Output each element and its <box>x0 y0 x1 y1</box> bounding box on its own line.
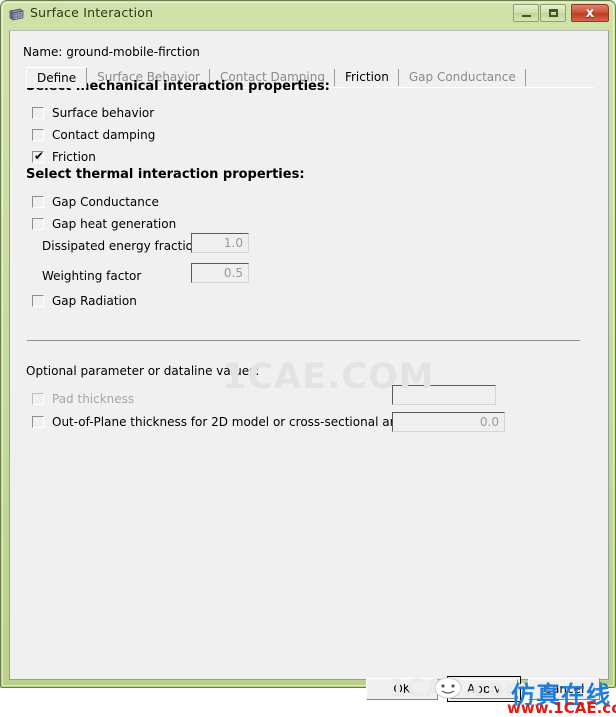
input-dissipated-energy-fraction[interactable]: 1.0 <box>191 233 249 253</box>
checkbox-row-surface-behavior[interactable]: Surface behavior <box>32 105 154 121</box>
checkbox-label-friction: Friction <box>52 150 96 164</box>
surface-mesh-icon <box>9 8 24 21</box>
interaction-name-label: Name: ground-mobile-firction <box>23 45 200 59</box>
ok-button[interactable]: OK <box>366 678 438 700</box>
title-bar[interactable]: Surface Interaction x <box>1 1 616 29</box>
window-title: Surface Interaction <box>30 5 154 20</box>
checkbox-gap-conductance[interactable] <box>32 196 44 208</box>
dialog-window: Surface Interaction x Name: ground-mobil… <box>0 0 616 717</box>
tab-friction[interactable]: Friction <box>334 67 399 88</box>
apply-button-label: Apply <box>450 679 518 699</box>
maximize-icon <box>541 5 565 21</box>
input-pad-thickness[interactable] <box>392 385 496 405</box>
thermal-section-heading: Select thermal interaction properties: <box>26 167 305 182</box>
close-button[interactable]: x <box>571 4 609 22</box>
input-weighting-factor[interactable]: 0.5 <box>191 263 249 283</box>
checkbox-out-of-plane-thickness[interactable] <box>32 416 44 428</box>
checkbox-label-gap-conductance: Gap Conductance <box>52 195 159 209</box>
checkbox-label-pad-thickness: Pad thickness <box>52 392 135 406</box>
optional-section-heading: Optional parameter or dataline values: <box>26 364 260 378</box>
checkmark-icon: ✔ <box>34 149 45 163</box>
checkbox-friction[interactable]: ✔ <box>32 149 45 163</box>
checkbox-row-gap-radiation[interactable]: Gap Radiation <box>32 293 137 309</box>
checkbox-label-gap-heat-generation: Gap heat generation <box>52 217 177 231</box>
apply-button[interactable]: Apply <box>447 676 521 702</box>
maximize-button[interactable] <box>540 4 566 22</box>
checkbox-surface-behavior[interactable] <box>32 107 44 119</box>
checkbox-row-gap-conductance[interactable]: Gap Conductance <box>32 194 159 210</box>
checkbox-row-pad-thickness[interactable]: Pad thickness <box>32 391 134 407</box>
watermark-url: www.1CAE.com <box>507 699 616 717</box>
checkbox-label-surface-behavior: Surface behavior <box>52 106 155 120</box>
tab-label: Friction <box>344 70 389 84</box>
checkbox-label-gap-radiation: Gap Radiation <box>52 294 137 308</box>
tab-label: Gap Conductance <box>408 70 516 84</box>
checkbox-pad-thickness[interactable] <box>32 393 44 405</box>
checkbox-contact-damping[interactable] <box>32 129 44 141</box>
checkbox-gap-radiation[interactable] <box>32 295 44 307</box>
minimize-button[interactable] <box>513 4 539 22</box>
minimize-icon <box>514 5 538 21</box>
checkbox-label-contact-damping: Contact damping <box>52 128 156 142</box>
tab-define[interactable]: Define <box>26 67 88 88</box>
checkbox-row-friction[interactable]: ✔ Friction <box>32 149 96 165</box>
checkbox-row-gap-heat-generation[interactable]: Gap heat generation <box>32 216 176 232</box>
dialog-client-area: Name: ground-mobile-firction Define Surfa… <box>9 30 616 717</box>
tab-separator <box>524 69 526 86</box>
checkbox-gap-heat-generation[interactable] <box>32 218 44 230</box>
section-divider <box>27 340 580 341</box>
label-weighting-factor: Weighting factor <box>42 269 142 283</box>
input-out-of-plane-thickness[interactable]: 0.0 <box>392 412 505 432</box>
tab-gap-conductance[interactable]: Gap Conductance <box>398 67 526 88</box>
cancel-button[interactable]: Cancel <box>528 678 600 700</box>
label-dissipated-energy-fraction: Dissipated energy fraction <box>42 239 201 253</box>
checkbox-row-contact-damping[interactable]: Contact damping <box>32 127 155 143</box>
close-icon: x <box>585 5 595 21</box>
tab-label: Define <box>37 71 77 85</box>
